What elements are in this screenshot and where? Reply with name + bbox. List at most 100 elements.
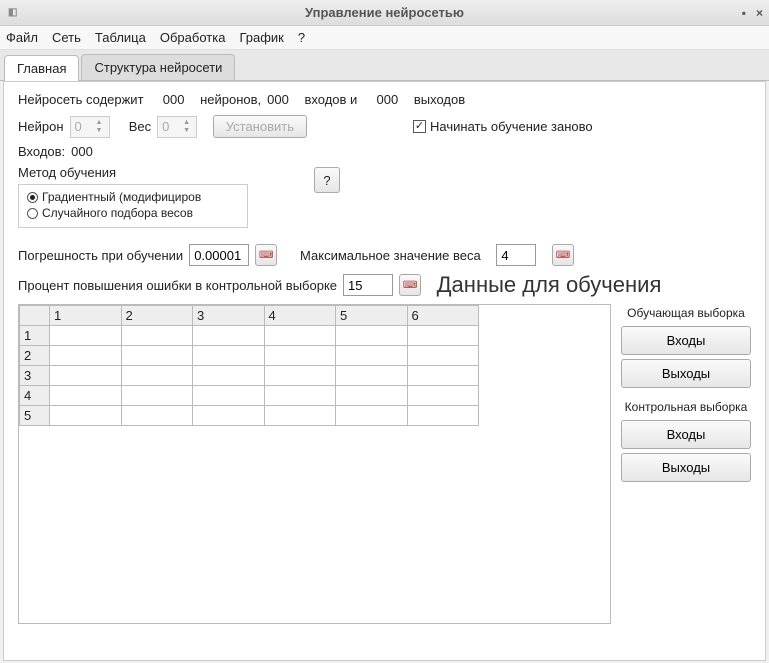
summary-inputs: 000: [267, 92, 289, 107]
table-cell[interactable]: [407, 346, 479, 366]
table-cell[interactable]: [121, 366, 193, 386]
table-col-header[interactable]: 6: [407, 306, 479, 326]
table-cell[interactable]: [193, 346, 265, 366]
method-group: Градиентный (модифициров Случайного подб…: [18, 184, 248, 228]
percent-apply-button[interactable]: ⌨: [399, 274, 421, 296]
set-button[interactable]: Установить: [213, 115, 307, 138]
table-row: 2: [20, 346, 479, 366]
table-cell[interactable]: [50, 326, 122, 346]
table-cell[interactable]: [336, 366, 408, 386]
table-cell[interactable]: [407, 366, 479, 386]
data-table: 123456 12345: [19, 305, 479, 426]
table-cell[interactable]: [193, 326, 265, 346]
table-cell[interactable]: [193, 406, 265, 426]
spinner-arrows-icon[interactable]: ▲▼: [96, 117, 108, 137]
table-cell[interactable]: [264, 406, 336, 426]
table-cell[interactable]: [407, 406, 479, 426]
maxweight-input[interactable]: [496, 244, 536, 266]
training-inputs-button[interactable]: Входы: [621, 326, 751, 355]
menu-help[interactable]: ?: [298, 30, 305, 45]
table-cell[interactable]: [264, 326, 336, 346]
menu-file[interactable]: Файл: [6, 30, 38, 45]
table-cell[interactable]: [121, 386, 193, 406]
minimize-icon[interactable]: ▪: [742, 6, 746, 20]
main-content: Нейросеть содержит 000 нейронов, 000 вхо…: [3, 81, 766, 661]
table-cell[interactable]: [336, 346, 408, 366]
maxweight-apply-button[interactable]: ⌨: [552, 244, 574, 266]
table-row-header[interactable]: 2: [20, 346, 50, 366]
table-col-header[interactable]: 5: [336, 306, 408, 326]
method-gradient-label: Градиентный (модифициров: [42, 189, 201, 205]
table-row: 3: [20, 366, 479, 386]
restart-training-checkbox[interactable]: ✓ Начинать обучение заново: [413, 119, 593, 134]
table-corner-header[interactable]: [20, 306, 50, 326]
table-cell[interactable]: [50, 346, 122, 366]
summary-neurons: 000: [163, 92, 185, 107]
table-cell[interactable]: [264, 386, 336, 406]
table-cell[interactable]: [121, 406, 193, 426]
method-radio-random[interactable]: Случайного подбора весов: [27, 205, 239, 221]
neuron-label: Нейрон: [18, 119, 64, 134]
error-label: Погрешность при обучении: [18, 248, 183, 263]
summary-neurons-word: нейронов,: [200, 92, 261, 107]
control-sample-label: Контрольная выборка: [621, 400, 751, 414]
tab-bar: Главная Структура нейросети: [0, 50, 769, 81]
table-cell[interactable]: [336, 326, 408, 346]
table-col-header[interactable]: 2: [121, 306, 193, 326]
summary-prefix: Нейросеть содержит: [18, 92, 144, 107]
table-row: 4: [20, 386, 479, 406]
menu-table[interactable]: Таблица: [95, 30, 146, 45]
training-outputs-button[interactable]: Выходы: [621, 359, 751, 388]
table-row-header[interactable]: 1: [20, 326, 50, 346]
method-random-label: Случайного подбора весов: [42, 205, 193, 221]
table-cell[interactable]: [336, 386, 408, 406]
weight-label: Вес: [129, 119, 151, 134]
control-inputs-button[interactable]: Входы: [621, 420, 751, 449]
error-input[interactable]: [189, 244, 249, 266]
method-radio-gradient[interactable]: Градиентный (модифициров: [27, 189, 239, 205]
keyboard-icon: ⌨: [556, 250, 570, 261]
table-cell[interactable]: [50, 386, 122, 406]
training-sample-label: Обучающая выборка: [621, 306, 751, 320]
menu-processing[interactable]: Обработка: [160, 30, 226, 45]
percent-input[interactable]: [343, 274, 393, 296]
tab-main[interactable]: Главная: [4, 55, 79, 81]
table-row-header[interactable]: 4: [20, 386, 50, 406]
table-col-header[interactable]: 4: [264, 306, 336, 326]
table-cell[interactable]: [193, 386, 265, 406]
table-cell[interactable]: [50, 406, 122, 426]
neuron-spinner[interactable]: 0 ▲▼: [70, 116, 110, 138]
spinner-arrows-icon[interactable]: ▲▼: [183, 117, 195, 137]
tab-structure[interactable]: Структура нейросети: [81, 54, 235, 80]
table-col-header[interactable]: 3: [193, 306, 265, 326]
table-cell[interactable]: [264, 366, 336, 386]
table-cell[interactable]: [336, 406, 408, 426]
table-col-header[interactable]: 1: [50, 306, 122, 326]
checkbox-icon: ✓: [413, 120, 426, 133]
menu-network[interactable]: Сеть: [52, 30, 81, 45]
weight-spinner[interactable]: 0 ▲▼: [157, 116, 197, 138]
table-cell[interactable]: [407, 326, 479, 346]
side-panel: Обучающая выборка Входы Выходы Контрольн…: [621, 304, 751, 624]
table-cell[interactable]: [50, 366, 122, 386]
maxweight-label: Максимальное значение веса: [300, 248, 481, 263]
menu-chart[interactable]: График: [239, 30, 283, 45]
error-apply-button[interactable]: ⌨: [255, 244, 277, 266]
data-table-wrap[interactable]: 123456 12345: [18, 304, 611, 624]
weight-spinner-value: 0: [162, 119, 169, 134]
menubar: Файл Сеть Таблица Обработка График ?: [0, 26, 769, 50]
keyboard-icon: ⌨: [403, 280, 417, 291]
table-cell[interactable]: [264, 346, 336, 366]
table-cell[interactable]: [407, 386, 479, 406]
table-cell[interactable]: [121, 346, 193, 366]
method-help-button[interactable]: ?: [314, 167, 340, 193]
close-icon[interactable]: ×: [756, 6, 763, 20]
radio-icon: [27, 192, 38, 203]
table-row-header[interactable]: 5: [20, 406, 50, 426]
control-outputs-button[interactable]: Выходы: [621, 453, 751, 482]
table-row-header[interactable]: 3: [20, 366, 50, 386]
table-cell[interactable]: [121, 326, 193, 346]
neuron-spinner-value: 0: [75, 119, 82, 134]
table-cell[interactable]: [193, 366, 265, 386]
table-row: 1: [20, 326, 479, 346]
